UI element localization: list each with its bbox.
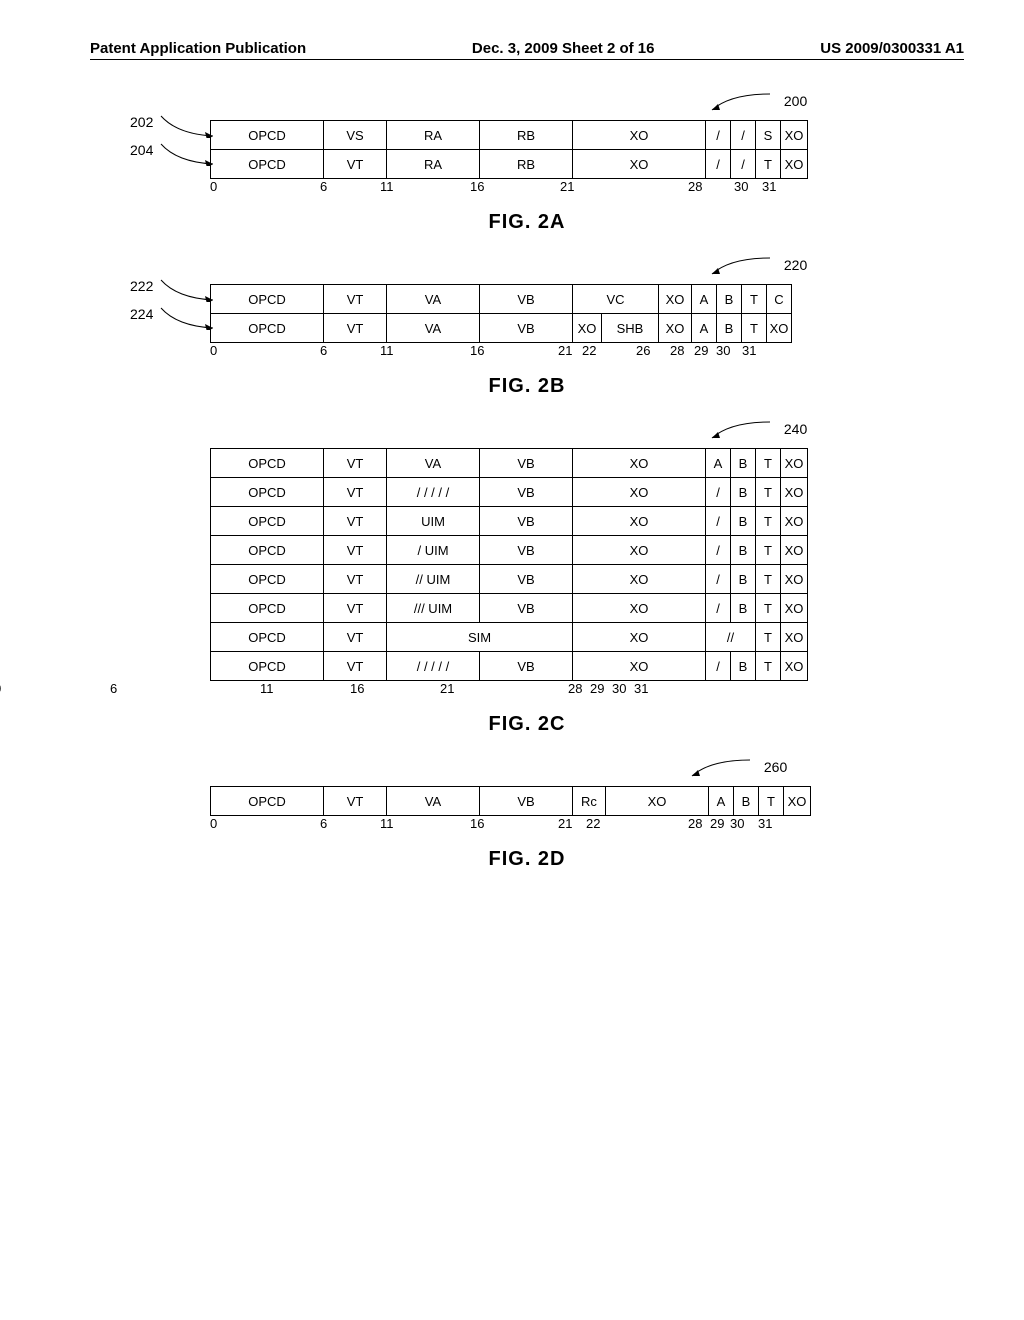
ref-200: 200 xyxy=(710,92,807,115)
fig2b-row1: OPCD VT VA VB VC XO A B T C xyxy=(211,285,792,314)
ref-224: 224 xyxy=(130,306,217,330)
figure-2d: 260 OPCD VT VA VB Rc XO A B T XO 0 6 11 … xyxy=(90,786,964,871)
ref-240: 240 xyxy=(710,420,807,443)
page-header: Patent Application Publication Dec. 3, 2… xyxy=(90,40,964,60)
ref-222: 222 xyxy=(130,278,217,302)
header-right: US 2009/0300331 A1 xyxy=(820,40,964,57)
figure-2a: 200 202 204 OPCD VS RA RB XO / / S XO OP… xyxy=(90,120,964,234)
fig2c-table: OPCDVTVAVBXOABTXO OPCDVT/ / / / /VBXO/BT… xyxy=(210,448,808,681)
figure-2c: 240 OPCDVTVAVBXOABTXO OPCDVT/ / / / /VBX… xyxy=(90,448,964,736)
ref-220: 220 xyxy=(710,256,807,279)
ref-260-label: 260 xyxy=(764,759,787,775)
fig2d-bits: 0 6 11 16 21 22 28 29 30 31 xyxy=(210,816,790,834)
ref-202: 202 xyxy=(130,114,217,138)
fig2c-row3: OPCDVTUIMVBXO/BTXO xyxy=(211,507,808,536)
fig2c-row5: OPCDVT// UIMVBXO/BTXO xyxy=(211,565,808,594)
fig2a-row1: OPCD VS RA RB XO / / S XO xyxy=(211,121,808,150)
ref-204: 204 xyxy=(130,142,217,166)
header-left: Patent Application Publication xyxy=(90,40,306,57)
fig2b-row2: OPCD VT VA VB XO SHB XO A B T XO xyxy=(211,314,792,343)
fig2c-row6: OPCDVT/// UIMVBXO/BTXO xyxy=(211,594,808,623)
fig2d-row1: OPCD VT VA VB Rc XO A B T XO xyxy=(211,787,811,816)
ref-200-label: 200 xyxy=(784,93,807,109)
fig2d-table: OPCD VT VA VB Rc XO A B T XO xyxy=(210,786,811,816)
fig2a-bits: 0 6 11 16 21 28 30 31 xyxy=(210,179,790,197)
fig2b-table: OPCD VT VA VB VC XO A B T C OPCD VT VA V… xyxy=(210,284,792,343)
fig2c-bits: 0 6 11 16 21 28 29 30 31 xyxy=(90,681,670,699)
fig2a-caption: FIG. 2A xyxy=(90,211,964,234)
fig2a-row2: OPCD VT RA RB XO / / T XO xyxy=(211,150,808,179)
fig2c-row7: OPCDVTSIMXO//TXO xyxy=(211,623,808,652)
ref-240-label: 240 xyxy=(784,421,807,437)
fig2c-caption: FIG. 2C xyxy=(90,713,964,736)
fig2d-caption: FIG. 2D xyxy=(90,848,964,871)
fig2c-row4: OPCDVT/ UIMVBXO/BTXO xyxy=(211,536,808,565)
fig2c-row2: OPCDVT/ / / / /VBXO/BTXO xyxy=(211,478,808,507)
header-center: Dec. 3, 2009 Sheet 2 of 16 xyxy=(472,40,655,57)
ref-220-label: 220 xyxy=(784,257,807,273)
fig2b-caption: FIG. 2B xyxy=(90,375,964,398)
ref-260: 260 xyxy=(690,758,787,781)
figure-2b: 220 222 224 OPCD VT VA VB VC XO A B T C xyxy=(90,284,964,398)
fig2a-table: OPCD VS RA RB XO / / S XO OPCD VT RA RB … xyxy=(210,120,808,179)
fig2c-row8: OPCDVT/ / / / /VBXO/BTXO xyxy=(211,652,808,681)
fig2c-row1: OPCDVTVAVBXOABTXO xyxy=(211,449,808,478)
fig2b-bits: 0 6 11 16 21 22 26 28 29 30 31 xyxy=(210,343,790,361)
